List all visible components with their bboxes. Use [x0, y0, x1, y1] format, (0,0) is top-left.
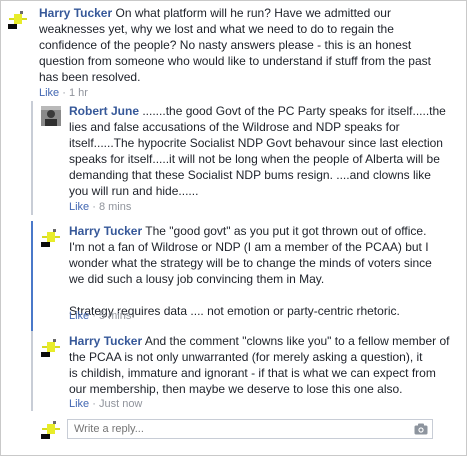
like-link[interactable]: Like — [39, 87, 59, 99]
avatar-harry-tucker[interactable] — [8, 9, 28, 29]
comment-body: Harry Tucker And the comment "clowns lik… — [69, 333, 461, 397]
meta-separator: · — [89, 201, 99, 213]
avatar-robert-june[interactable] — [41, 106, 61, 126]
comment-author-link[interactable]: Harry Tucker — [39, 6, 112, 20]
comment-meta: Like · Just now — [69, 397, 142, 411]
reply-thread-rule — [31, 331, 33, 411]
comment-author-link[interactable]: Harry Tucker — [69, 334, 142, 348]
like-link[interactable]: Like — [69, 398, 89, 410]
reply-input[interactable] — [74, 422, 404, 436]
comment-timestamp[interactable]: 1 hr — [69, 87, 88, 99]
avatar-harry-tucker[interactable] — [41, 337, 61, 357]
comment-text: .......the good Govt of the PC Party spe… — [69, 104, 446, 198]
meta-separator: · — [59, 87, 69, 99]
like-link[interactable]: Like — [69, 310, 89, 322]
avatar-current-user — [41, 419, 61, 439]
comment-body: Harry Tucker The "good govt" as you put … — [69, 223, 461, 319]
comment-author-link[interactable]: Robert June — [69, 104, 139, 118]
reply-highlight-rule — [31, 221, 33, 331]
comment-author-link[interactable]: Harry Tucker — [69, 224, 142, 238]
comment-timestamp[interactable]: 5 mins — [99, 310, 131, 322]
comment-body: Harry Tucker On what platform will he ru… — [39, 5, 459, 85]
reply-thread-rule — [31, 101, 33, 215]
comment-body: Robert June .......the good Govt of the … — [69, 103, 461, 199]
comment-thread: Harry Tucker On what platform will he ru… — [0, 0, 467, 456]
comment-meta: Like · 8 mins — [69, 200, 131, 214]
comment-timestamp[interactable]: Just now — [99, 398, 142, 410]
comment-meta: Like · 1 hr — [39, 86, 88, 100]
comment-timestamp[interactable]: 8 mins — [99, 201, 131, 213]
comment-meta: Like · 5 mins — [69, 309, 131, 323]
avatar-harry-tucker[interactable] — [41, 227, 61, 247]
meta-separator: · — [89, 398, 99, 410]
camera-icon[interactable] — [414, 423, 428, 435]
like-link[interactable]: Like — [69, 201, 89, 213]
comment-text: The "good govt" as you put it got thrown… — [69, 224, 432, 318]
meta-separator: · — [89, 310, 99, 322]
reply-composer[interactable] — [67, 419, 433, 439]
